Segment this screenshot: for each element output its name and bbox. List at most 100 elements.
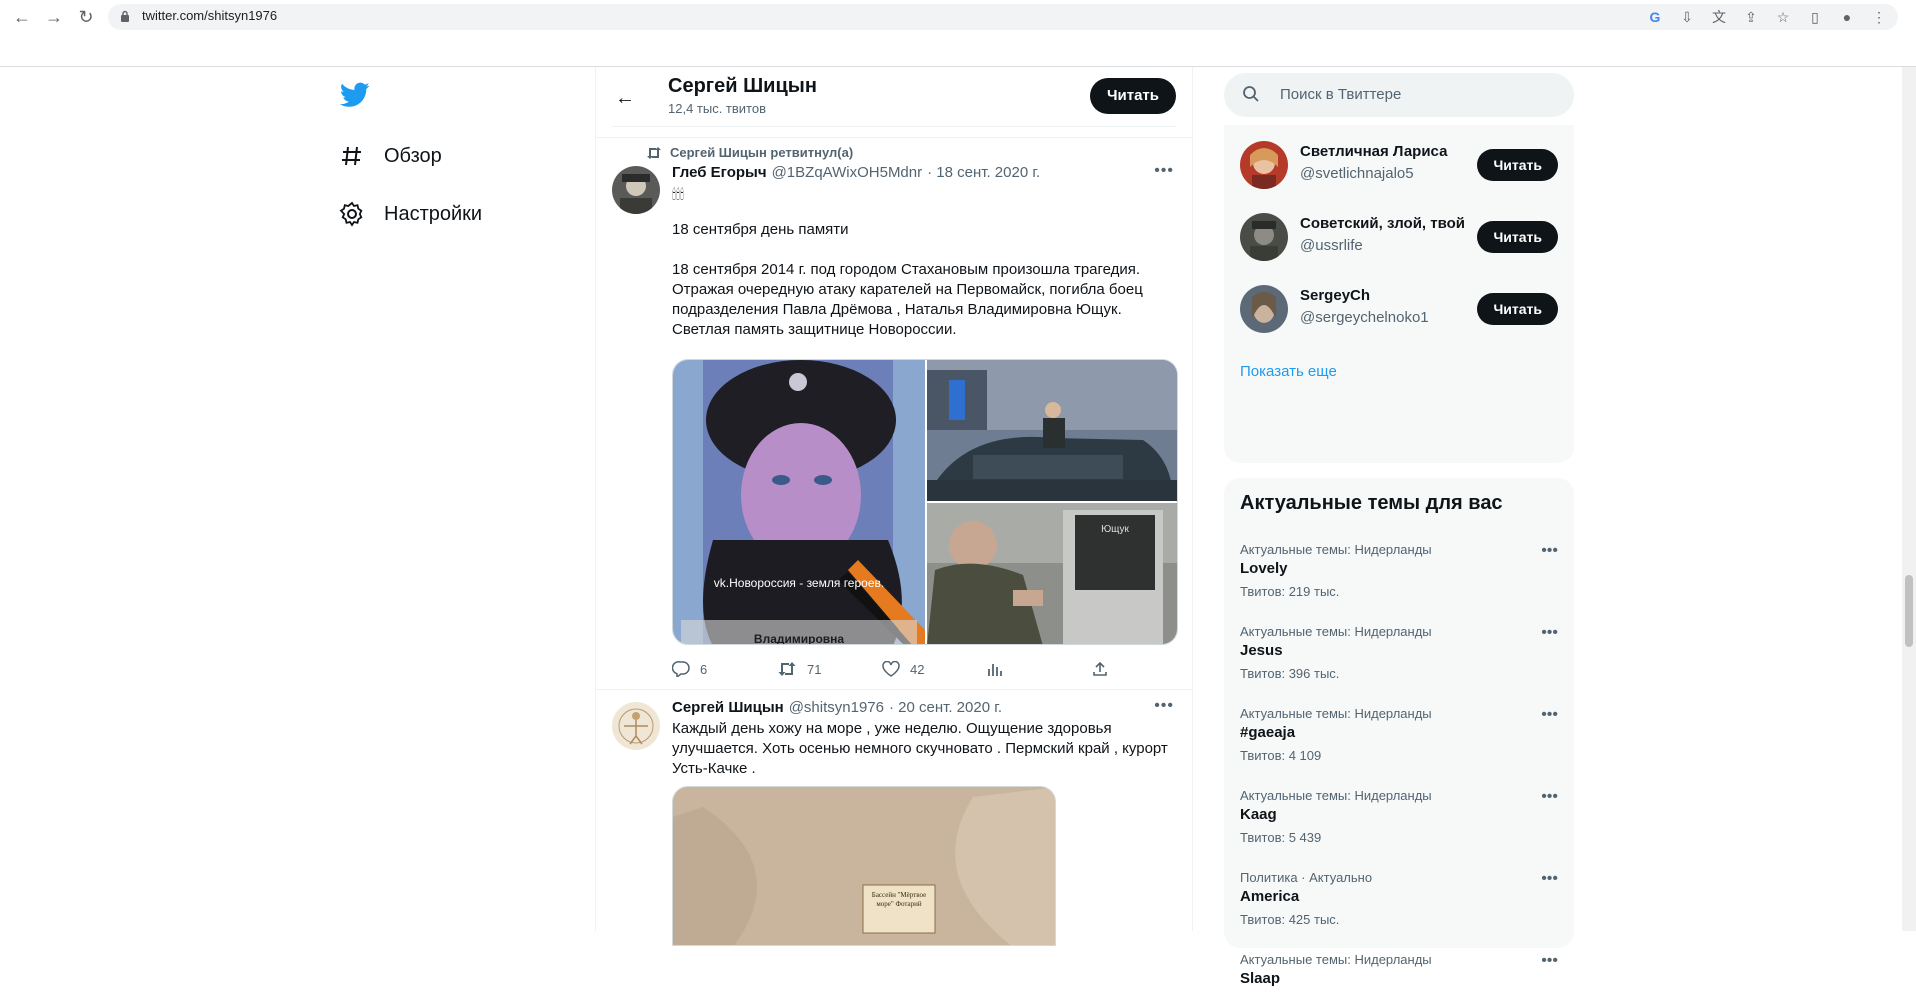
share-icon: [1093, 661, 1107, 676]
more-icon[interactable]: •••: [1541, 788, 1558, 806]
image-name-text: Владимировна: [754, 632, 844, 645]
retweet-icon: [647, 146, 661, 159]
author-handle[interactable]: @shitsyn1976: [789, 699, 884, 716]
trend-context: Актуальные темы: Нидерланды: [1240, 706, 1432, 721]
side-panel-icon[interactable]: ▯: [1804, 7, 1826, 27]
avatar[interactable]: [612, 702, 660, 750]
search-input[interactable]: Поиск в Твиттере: [1224, 73, 1574, 117]
install-icon[interactable]: ⇩: [1676, 7, 1698, 27]
follow-button[interactable]: Читать: [1477, 293, 1558, 325]
more-icon[interactable]: •••: [1541, 624, 1558, 642]
show-more-link[interactable]: Показать еще: [1240, 363, 1337, 380]
more-icon[interactable]: •••: [1154, 697, 1174, 715]
trend-count: Твитов: 219 тыс.: [1240, 584, 1340, 599]
nav-settings[interactable]: Настройки: [338, 200, 482, 228]
share-icon[interactable]: ⇪: [1740, 7, 1762, 27]
retweet-button[interactable]: 71: [777, 661, 882, 677]
plaque-text: Ющук: [1101, 524, 1129, 535]
trend-title: #gaeaja: [1240, 724, 1296, 741]
follow-suggestion[interactable]: Советский, злой, твой @ussrlife Читать: [1240, 207, 1558, 267]
tweet-media[interactable]: Бассейн "Мёртвое море" Фотарий: [672, 786, 1056, 946]
follow-suggestion[interactable]: SergeyCh @sergeychelnoko1 Читать: [1240, 279, 1558, 339]
tweet[interactable]: Сергей Шицын ретвитнул(а) Глеб Егорыч @1…: [596, 138, 1192, 689]
more-icon[interactable]: •••: [1541, 706, 1558, 724]
url-text: twitter.com/shitsyn1976: [142, 8, 278, 23]
follow-suggestion[interactable]: Светличная Лариса @svetlichnajalo5 Читат…: [1240, 135, 1558, 195]
tweet-text: Каждый день хожу на море , уже неделю. О…: [672, 720, 1168, 777]
nav-explore-label: Обзор: [384, 144, 442, 167]
author-name[interactable]: Сергей Шицын: [672, 699, 784, 716]
tweet-media[interactable]: vk.Новороссия - земля героев. Владимиров…: [672, 359, 1178, 645]
like-count: 42: [910, 661, 925, 677]
back-arrow-icon[interactable]: ←: [8, 6, 36, 28]
tweet-emoji: 🕯🕯🕯: [672, 186, 684, 202]
suggestion-handle: @svetlichnajalo5: [1300, 165, 1414, 182]
avatar[interactable]: [612, 166, 660, 214]
more-icon[interactable]: •••: [1541, 952, 1558, 970]
who-to-follow-panel: Светличная Лариса @svetlichnajalo5 Читат…: [1224, 125, 1574, 463]
trends-panel: Актуальные темы для вас Актуальные темы:…: [1224, 478, 1574, 948]
follow-button[interactable]: Читать: [1089, 78, 1176, 114]
forward-arrow-icon[interactable]: →: [40, 6, 68, 28]
address-bar[interactable]: twitter.com/shitsyn1976 G ⇩ 文 ⇪ ☆ ▯ ● ⋮: [108, 4, 1898, 30]
tweet-date[interactable]: · 18 сент. 2020 г.: [927, 164, 1040, 181]
trend-item[interactable]: Актуальные темы: Нидерланды Kaag Твитов:…: [1240, 788, 1558, 870]
trend-context: Актуальные темы: Нидерланды: [1240, 624, 1432, 639]
image-sign-text: Бассейн "Мёртвое море" Фотарий: [871, 891, 927, 908]
trend-context: Актуальные темы: Нидерланды: [1240, 788, 1432, 803]
trend-item[interactable]: Актуальные темы: Нидерланды Lovely Твито…: [1240, 542, 1558, 624]
more-icon[interactable]: •••: [1541, 870, 1558, 888]
tweet-actions: 6 71 42: [672, 661, 1197, 677]
scrollbar-thumb[interactable]: [1905, 575, 1913, 647]
back-arrow-icon[interactable]: ←: [608, 81, 642, 115]
photo-armored-vehicle[interactable]: [927, 360, 1178, 501]
twitter-logo-icon[interactable]: [340, 82, 370, 108]
tweet-header: Глеб Егорыч @1BZqAWixOH5Mdnr · 18 сент. …: [672, 164, 1040, 181]
tweet[interactable]: Сергей Шицын @shitsyn1976 · 20 сент. 202…: [596, 690, 1192, 946]
profile-header: ← Сергей Шицын 12,4 тыс. твитов Читать: [596, 67, 1192, 127]
trend-item[interactable]: Актуальные темы: Нидерланды Jesus Твитов…: [1240, 624, 1558, 706]
trend-item[interactable]: Актуальные темы: Нидерланды #gaeaja Твит…: [1240, 706, 1558, 788]
photo-portrait[interactable]: [673, 360, 925, 645]
suggestion-handle: @sergeychelnoko1: [1300, 309, 1429, 326]
lock-icon: [121, 10, 129, 22]
translate-icon[interactable]: 文: [1708, 7, 1730, 27]
trend-item[interactable]: Актуальные темы: Нидерланды Slaap •••: [1240, 952, 1558, 998]
menu-icon[interactable]: ⋮: [1868, 7, 1890, 27]
trend-context: Актуальные темы: Нидерланды: [1240, 952, 1432, 967]
more-icon[interactable]: •••: [1541, 542, 1558, 560]
scrollbar[interactable]: [1902, 67, 1916, 931]
trend-context: Актуальные темы: Нидерланды: [1240, 542, 1432, 557]
nav-settings-label: Настройки: [384, 202, 483, 225]
retweet-icon: [778, 662, 796, 676]
trend-title: Jesus: [1240, 642, 1283, 659]
trend-title: Lovely: [1240, 560, 1288, 577]
follow-button[interactable]: Читать: [1477, 149, 1558, 181]
gear-icon: [338, 200, 366, 228]
reload-icon[interactable]: ↻: [72, 6, 100, 28]
analytics-button[interactable]: [987, 661, 1092, 677]
bookmark-star-icon[interactable]: ☆: [1772, 7, 1794, 27]
reply-icon: [672, 661, 690, 677]
trend-count: Твитов: 5 439: [1240, 830, 1322, 845]
browser-toolbar: ← → ↻ twitter.com/shitsyn1976 G ⇩ 文 ⇪ ☆ …: [0, 0, 1916, 67]
trend-context: Политика · Актуально: [1240, 870, 1373, 885]
photo-memorial[interactable]: [927, 503, 1178, 645]
tweet-text-line: 18 сентября день памяти: [672, 221, 849, 238]
nav-explore[interactable]: Обзор: [338, 142, 442, 170]
share-button[interactable]: [1092, 661, 1197, 677]
more-icon[interactable]: •••: [1154, 162, 1174, 180]
reply-button[interactable]: 6: [672, 661, 777, 677]
author-handle[interactable]: @1BZqAWixOH5Mdnr: [772, 164, 923, 181]
heart-icon: [882, 661, 900, 677]
avatar[interactable]: [1240, 285, 1288, 333]
follow-button[interactable]: Читать: [1477, 221, 1558, 253]
author-name[interactable]: Глеб Егорыч: [672, 164, 767, 181]
like-button[interactable]: 42: [882, 661, 987, 677]
google-icon[interactable]: G: [1644, 7, 1666, 27]
tweet-date[interactable]: · 20 сент. 2020 г.: [889, 699, 1002, 716]
trend-item[interactable]: Политика · Актуально America Твитов: 425…: [1240, 870, 1558, 952]
avatar[interactable]: [1240, 213, 1288, 261]
profile-icon[interactable]: ●: [1836, 7, 1858, 27]
avatar[interactable]: [1240, 141, 1288, 189]
